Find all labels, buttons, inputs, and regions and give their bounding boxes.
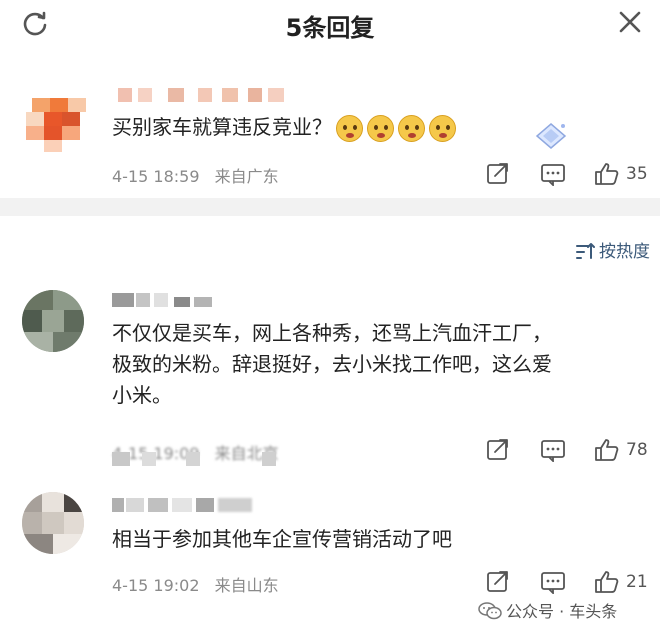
username-blurred[interactable] (112, 291, 222, 309)
like-icon[interactable] (594, 162, 620, 186)
like-count: 35 (626, 164, 648, 184)
like-count: 78 (626, 440, 648, 460)
reply-text: 不仅仅是买车，网上各种秀，还骂上汽血汗工厂， 极致的米粉。辞退挺好，去小米找工作… (112, 318, 552, 411)
reply-text-line: 极致的米粉。辞退挺好，去小米找工作吧，这么爱 (112, 352, 552, 376)
emoji-icon (398, 115, 425, 142)
dialog-header: 5条回复 (0, 0, 660, 50)
like-count: 21 (626, 572, 648, 592)
original-comment-text: 买别家车就算违反竞业？ (112, 112, 456, 143)
avatar[interactable] (22, 290, 84, 352)
username-blurred[interactable] (118, 88, 288, 106)
avatar[interactable] (22, 492, 84, 554)
timestamp: 4-15 19:02 (112, 576, 200, 595)
sort-icon (576, 243, 595, 259)
username-blurred[interactable] (112, 496, 262, 514)
share-icon[interactable] (485, 438, 511, 462)
reply-text-line: 相当于参加其他车企宣传营销活动了吧 (112, 527, 452, 551)
section-divider (0, 198, 660, 216)
close-icon[interactable] (618, 10, 642, 34)
comment-icon[interactable] (540, 570, 566, 594)
emoji-icon (367, 115, 394, 142)
original-comment-label: 买别家车就算违反竞业？ (112, 115, 332, 139)
share-icon[interactable] (485, 570, 511, 594)
location: 来自广东 (214, 167, 279, 186)
like-icon[interactable] (594, 570, 620, 594)
sort-label: 按热度 (599, 242, 650, 262)
meta-obscure-mosaic (112, 448, 282, 466)
reply-text: 相当于参加其他车企宣传营销活动了吧 (112, 524, 452, 555)
avatar[interactable] (20, 92, 92, 152)
watermark-text: 公众号 · 车头条 (506, 602, 618, 621)
location: 来自山东 (214, 576, 279, 595)
timestamp: 4-15 18:59 (112, 167, 200, 186)
comment-icon[interactable] (540, 438, 566, 462)
comment-icon[interactable] (540, 162, 566, 186)
reply-text-line: 不仅仅是买车，网上各种秀，还骂上汽血汗工厂， (112, 321, 552, 345)
like-icon[interactable] (594, 438, 620, 462)
emoji-icon (429, 115, 456, 142)
dialog-title: 5条回复 (285, 14, 375, 42)
reply-meta: 4-15 19:02 来自山东 (112, 572, 279, 596)
wechat-icon (478, 602, 502, 620)
original-meta: 4-15 18:59 来自广东 (112, 163, 279, 187)
sort-by-hot-button[interactable]: 按热度 (575, 237, 650, 262)
watermark: 公众号 · 车头条 (478, 598, 617, 622)
share-icon[interactable] (485, 162, 511, 186)
emoji-icon (336, 115, 363, 142)
diamond-badge-icon (535, 123, 567, 149)
reply-text-line: 小米。 (112, 383, 172, 407)
